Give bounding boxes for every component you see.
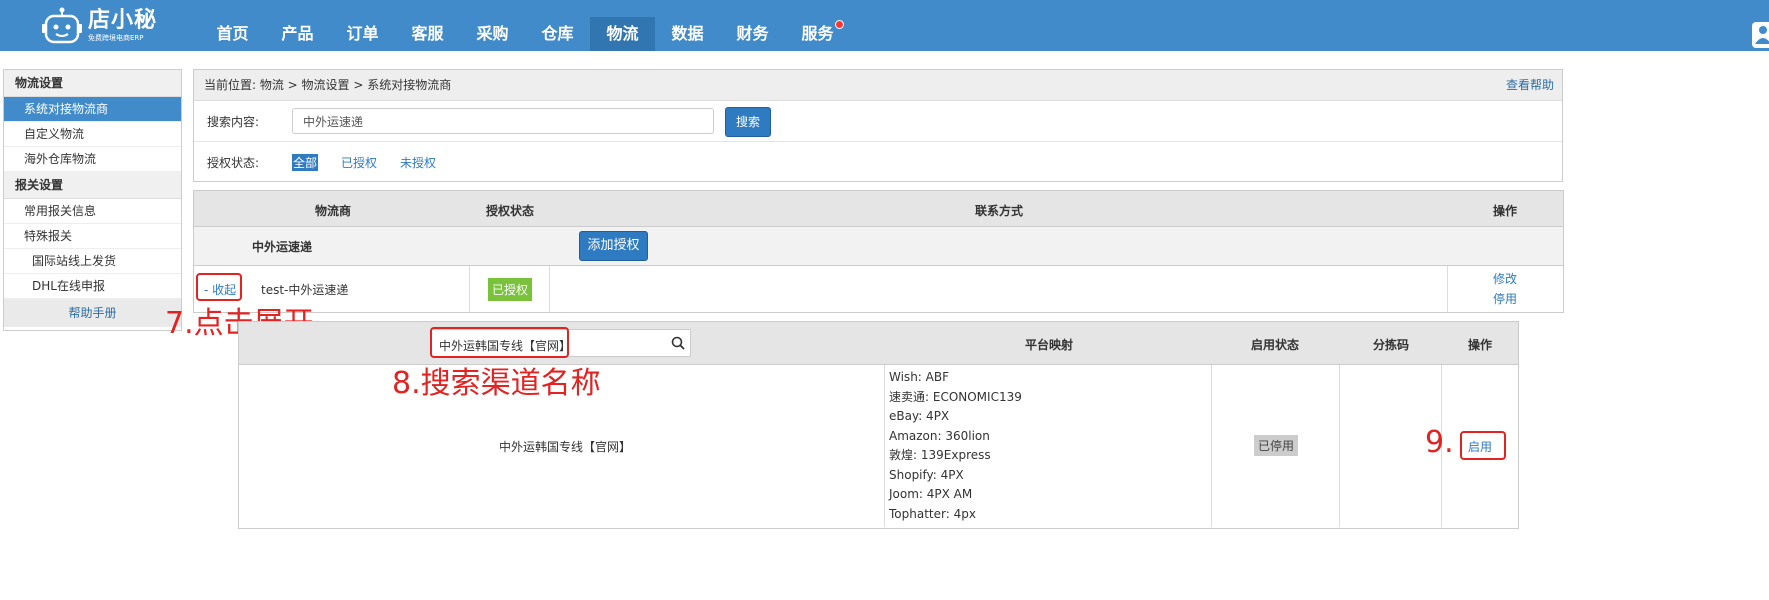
nav-orders[interactable]: 订单	[330, 17, 395, 51]
breadcrumb-text: 当前位置: 物流 > 物流设置 > 系统对接物流商	[204, 78, 452, 92]
authorized-badge: 已授权	[488, 278, 533, 301]
top-navbar: 店小秘 免费跨境电商ERP 首页 产品 订单 客服 采购 仓库 物流 数据 财务…	[0, 0, 1769, 51]
annotation-box-enable	[1460, 431, 1506, 460]
col-platform-mapping: 平台映射	[1025, 338, 1074, 352]
sidebar-item-customs-info[interactable]: 常用报关信息	[4, 199, 181, 224]
filter-authorized[interactable]: 已授权	[341, 154, 377, 171]
logo-name: 店小秘	[88, 8, 158, 33]
add-authorization-button[interactable]: 添加授权	[579, 231, 648, 261]
filter-all[interactable]: 全部	[292, 154, 319, 171]
nav-logistics[interactable]: 物流	[590, 17, 655, 51]
mapping-shopify: Shopify: 4PX	[889, 467, 964, 482]
nav-finance[interactable]: 财务	[720, 17, 785, 51]
annotation-step8: 8.搜索渠道名称	[392, 366, 601, 401]
channel-name: 中外运韩国专线【官网】	[499, 440, 632, 454]
mapping-wish: Wish: ABF	[889, 370, 949, 384]
search-panel: 当前位置: 物流 > 物流设置 > 系统对接物流商 查看帮助 搜索内容: 搜索 …	[193, 69, 1563, 182]
disabled-badge: 已停用	[1254, 435, 1299, 456]
carrier-group-name: 中外运速递	[252, 240, 313, 254]
notification-dot-icon	[835, 20, 844, 29]
nav-products[interactable]: 产品	[265, 17, 330, 51]
sidebar-help-manual[interactable]: 帮助手册	[4, 299, 181, 327]
sidebar-section-logistics: 物流设置	[4, 70, 181, 97]
view-help-link[interactable]: 查看帮助	[1506, 70, 1554, 100]
search-row: 搜索内容: 搜索	[194, 101, 1562, 142]
robot-logo-icon	[42, 7, 82, 45]
logo[interactable]: 店小秘 免费跨境电商ERP	[42, 6, 157, 46]
carrier-group-row: 中外运速递 添加授权	[194, 226, 1563, 266]
carrier-table: 物流商 授权状态 联系方式 操作 中外运速递 添加授权 - 收起 test-中外…	[193, 190, 1564, 313]
annotation-step9: 9.	[1425, 425, 1454, 460]
user-avatar-icon[interactable]	[1752, 22, 1769, 48]
search-icon[interactable]	[671, 336, 685, 353]
col-carrier: 物流商	[315, 204, 352, 218]
mapping-aliexpress: 速卖通: ECONOMIC139	[889, 389, 1022, 404]
logo-subtitle: 免费跨境电商ERP	[88, 34, 144, 42]
main-nav: 首页 产品 订单 客服 采购 仓库 物流 数据 财务 服务	[200, 17, 850, 51]
search-label: 搜索内容:	[207, 115, 260, 129]
carrier-account-name: test-中外运速递	[261, 283, 349, 297]
nav-services[interactable]: 服务	[785, 17, 850, 51]
mapping-amazon: Amazon: 360lion	[889, 428, 990, 443]
sidebar-item-special-customs[interactable]: 特殊报关	[4, 224, 181, 249]
carrier-account-row: - 收起 test-中外运速递 已授权 修改 停用	[194, 266, 1563, 312]
filter-unauthorized[interactable]: 未授权	[400, 154, 436, 171]
nav-purchasing[interactable]: 采购	[460, 17, 525, 51]
nav-services-label: 服务	[801, 24, 834, 43]
breadcrumb: 当前位置: 物流 > 物流设置 > 系统对接物流商 查看帮助	[194, 70, 1562, 101]
sidebar-item-intl-online-shipping[interactable]: 国际站线上发货	[4, 249, 181, 274]
col-sort-code: 分拣码	[1373, 338, 1410, 352]
col-enable-status: 启用状态	[1251, 338, 1300, 352]
nav-customer-service[interactable]: 客服	[395, 17, 460, 51]
annotation-box-search	[430, 327, 569, 358]
sidebar-item-custom-logistics[interactable]: 自定义物流	[4, 122, 181, 147]
disable-link[interactable]: 停用	[1493, 290, 1517, 307]
col-channel-actions: 操作	[1468, 338, 1493, 352]
mapping-joom: Joom: 4PX AM	[889, 487, 973, 501]
sidebar: 物流设置 系统对接物流商 自定义物流 海外仓库物流 报关设置 常用报关信息 特殊…	[3, 69, 182, 331]
sidebar-item-dhl-declaration[interactable]: DHL在线申报	[4, 274, 181, 299]
col-actions: 操作	[1493, 204, 1518, 218]
col-auth-status: 授权状态	[486, 204, 535, 218]
annotation-box-collapse	[196, 273, 242, 301]
search-input[interactable]	[292, 108, 714, 134]
nav-data[interactable]: 数据	[655, 17, 720, 51]
auth-filter-row: 授权状态: 全部 已授权 未授权	[194, 142, 1562, 180]
nav-warehouse[interactable]: 仓库	[525, 17, 590, 51]
sidebar-item-system-carriers[interactable]: 系统对接物流商	[4, 97, 181, 122]
mapping-ebay: eBay: 4PX	[889, 409, 950, 423]
search-button[interactable]: 搜索	[725, 107, 771, 137]
auth-filter-label: 授权状态:	[207, 156, 260, 170]
carrier-table-header: 物流商 授权状态 联系方式 操作	[194, 191, 1563, 226]
sidebar-item-overseas-warehouse[interactable]: 海外仓库物流	[4, 147, 181, 172]
nav-home[interactable]: 首页	[200, 17, 265, 51]
sidebar-section-customs: 报关设置	[4, 172, 181, 199]
mapping-tophatter: Tophatter: 4px	[889, 506, 976, 521]
col-contact: 联系方式	[975, 204, 1024, 218]
edit-link[interactable]: 修改	[1493, 270, 1517, 287]
mapping-dhgate: 敦煌: 139Express	[889, 448, 991, 462]
